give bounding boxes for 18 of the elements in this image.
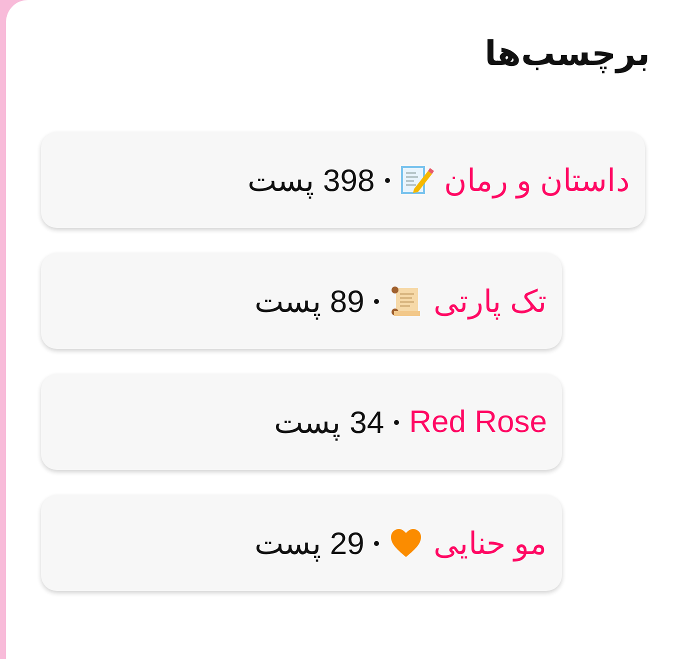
- separator-dot: [394, 420, 400, 424]
- post-count: 34 پست: [274, 404, 384, 440]
- tag-name: Red Rose: [409, 404, 547, 440]
- post-count: 29 پست: [254, 524, 364, 562]
- tag-card[interactable]: مو حنایی 29 پست: [41, 495, 562, 591]
- post-count: 89 پست: [254, 282, 364, 320]
- tag-name: مو حنایی: [433, 524, 547, 562]
- memo-pencil-icon: [400, 163, 434, 197]
- post-count: 398 پست: [247, 162, 375, 198]
- tag-name: تک پارتی: [433, 282, 547, 320]
- tag-name: داستان و رمان: [444, 162, 630, 198]
- separator-dot: [384, 178, 390, 182]
- tag-card[interactable]: داستان و رمان 398 پست: [41, 132, 645, 228]
- separator-dot: [374, 298, 380, 304]
- heart-icon: [389, 526, 424, 560]
- tag-card[interactable]: تک پارتی 89 پست: [41, 253, 562, 349]
- page-title: برچسب‌ها: [484, 33, 650, 76]
- separator-dot: [374, 540, 380, 546]
